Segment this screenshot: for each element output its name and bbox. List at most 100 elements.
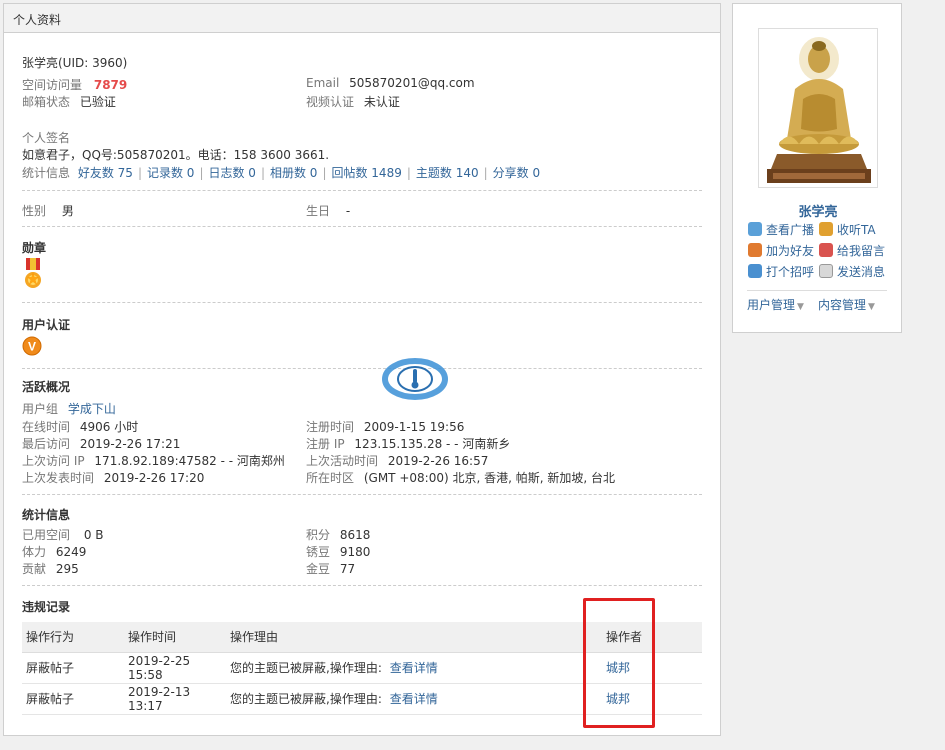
online-row: 在线时间 4906 小时: [22, 418, 138, 435]
row-reason-cell: 您的主题已被屏蔽,操作理由: 查看详情: [226, 652, 602, 684]
visits-value: 7879: [93, 78, 128, 92]
content-manage-menu[interactable]: 内容管理 ▼: [818, 296, 875, 313]
divider: [747, 290, 887, 291]
view-broadcast-action[interactable]: 查看广播: [748, 221, 814, 238]
divider: [22, 585, 702, 586]
medals-title: 勋章: [22, 241, 47, 255]
col-action: 操作行为: [22, 622, 124, 653]
video-verify-value: 未认证: [363, 95, 400, 109]
add-friend-label: 加为好友: [766, 244, 815, 258]
threads-count-link[interactable]: 主题数 140: [416, 166, 479, 180]
records-count-link[interactable]: 记录数 0: [147, 166, 194, 180]
register-ip-value: 123.15.135.28 - - 河南新乡: [354, 437, 511, 451]
verified-v-icon[interactable]: V: [22, 336, 42, 359]
last-post-label: 上次发表时间: [22, 471, 95, 485]
timezone-label: 所在时区: [306, 471, 355, 485]
rust-row: 锈豆 9180: [306, 543, 370, 560]
leave-message-label: 给我留言: [837, 244, 886, 258]
contrib-row: 贡献 295: [22, 560, 79, 577]
gold-value: 77: [339, 562, 356, 576]
divider: [22, 226, 702, 227]
rust-label: 锈豆: [306, 545, 331, 559]
greet-label: 打个招呼: [766, 265, 815, 279]
stamina-label: 体力: [22, 545, 47, 559]
mail-status-row: 邮箱状态 已验证: [22, 93, 116, 110]
verify-title: 用户认证: [22, 318, 71, 332]
highlight-box: [583, 598, 655, 728]
user-card: 张学亮 查看广播 收听TA 加为好友 给我留言 打个招呼 发送消息 用户管理 ▼ …: [732, 3, 902, 333]
replies-count-link[interactable]: 回帖数 1489: [331, 166, 401, 180]
usergroup-link[interactable]: 学成下山: [68, 402, 116, 416]
space-value: 0 B: [83, 528, 104, 542]
gender-label: 性别: [22, 204, 47, 218]
points-row: 积分 8618: [306, 526, 370, 543]
signature-label: 个人签名: [22, 129, 70, 146]
last-ip-value: 171.8.92.189:47582 - - 河南郑州: [94, 454, 285, 468]
contrib-label: 贡献: [22, 562, 47, 576]
send-message-action[interactable]: 发送消息: [819, 263, 885, 280]
signature-label-text: 个人签名: [22, 131, 71, 145]
add-friend-action[interactable]: 加为好友: [748, 242, 814, 259]
timezone-row: 所在时区 (GMT +08:00) 北京, 香港, 帕斯, 新加坡, 台北: [306, 469, 615, 486]
online-value: 4906 小时: [79, 420, 139, 434]
user-manage-label: 用户管理: [747, 298, 796, 312]
divider: [22, 190, 702, 191]
register-ip-label: 注册 IP: [306, 437, 345, 451]
send-message-label: 发送消息: [837, 265, 886, 279]
stats-links-label: 统计信息: [22, 166, 71, 180]
stamina-row: 体力 6249: [22, 543, 86, 560]
last-active-row: 上次活动时间 2019-2-26 16:57: [306, 452, 488, 469]
broadcast-icon: [748, 222, 762, 236]
activity-title: 活跃概况: [22, 380, 71, 394]
space-label: 已用空间: [22, 528, 71, 542]
row-reason-cell: 您的主题已被屏蔽,操作理由: 查看详情: [226, 683, 602, 715]
register-ip-row: 注册 IP 123.15.135.28 - - 河南新乡: [306, 435, 510, 452]
usergroup-label: 用户组: [22, 402, 59, 416]
gender-value: 男: [61, 204, 74, 218]
medal-icon[interactable]: [22, 258, 44, 295]
watermark-logo-icon: [382, 354, 448, 404]
stamina-value: 6249: [55, 545, 87, 559]
user-manage-menu[interactable]: 用户管理 ▼: [747, 296, 804, 313]
email-label: Email: [306, 76, 340, 90]
albums-count-link[interactable]: 相册数 0: [270, 166, 317, 180]
timezone-value: (GMT +08:00) 北京, 香港, 帕斯, 新加坡, 台北: [363, 471, 615, 485]
register-time-value: 2009-1-15 19:56: [363, 420, 465, 434]
follow-action[interactable]: 收听TA: [819, 221, 876, 238]
col-time: 操作时间: [124, 622, 226, 653]
envelope-icon: [819, 264, 833, 278]
chevron-down-icon: ▼: [797, 302, 804, 312]
birthday-label: 生日: [306, 204, 331, 218]
last-post-value: 2019-2-26 17:20: [103, 471, 205, 485]
violations-title: 违规记录: [22, 600, 71, 614]
row-time: 2019-2-13 13:17: [124, 683, 226, 715]
video-verify-row: 视频认证 未认证: [306, 93, 400, 110]
view-detail-link[interactable]: 查看详情: [390, 661, 438, 675]
last-visit-value: 2019-2-26 17:21: [79, 437, 181, 451]
row-action: 屏蔽帖子: [22, 683, 124, 715]
col-reason: 操作理由: [226, 622, 602, 653]
register-time-row: 注册时间 2009-1-15 19:56: [306, 418, 464, 435]
row-reason: 您的主题已被屏蔽,操作理由:: [230, 661, 382, 675]
birthday-value: -: [345, 204, 351, 218]
sidebar-username[interactable]: 张学亮: [733, 201, 903, 220]
last-active-value: 2019-2-26 16:57: [387, 454, 489, 468]
video-verify-label: 视频认证: [306, 95, 355, 109]
online-label: 在线时间: [22, 420, 71, 434]
add-friend-icon: [748, 243, 762, 257]
contrib-value: 295: [55, 562, 79, 576]
avatar[interactable]: [758, 28, 878, 188]
last-visit-label: 最后访问: [22, 437, 71, 451]
friends-count-link[interactable]: 好友数 75: [78, 166, 133, 180]
blogs-count-link[interactable]: 日志数 0: [208, 166, 255, 180]
stats-links-row: 统计信息 好友数 75 | 记录数 0 | 日志数 0 | 相册数 0 | 回帖数 1489 | 主…: [22, 166, 541, 180]
shares-count-link[interactable]: 分享数 0: [493, 166, 540, 180]
gold-label: 金豆: [306, 562, 331, 576]
view-detail-link[interactable]: 查看详情: [390, 692, 438, 706]
divider: [22, 302, 702, 303]
visits-row: 空间访问量 7879: [22, 76, 127, 93]
divider: [22, 368, 702, 369]
last-active-label: 上次活动时间: [306, 454, 379, 468]
leave-message-action[interactable]: 给我留言: [819, 242, 885, 259]
greet-action[interactable]: 打个招呼: [748, 263, 814, 280]
